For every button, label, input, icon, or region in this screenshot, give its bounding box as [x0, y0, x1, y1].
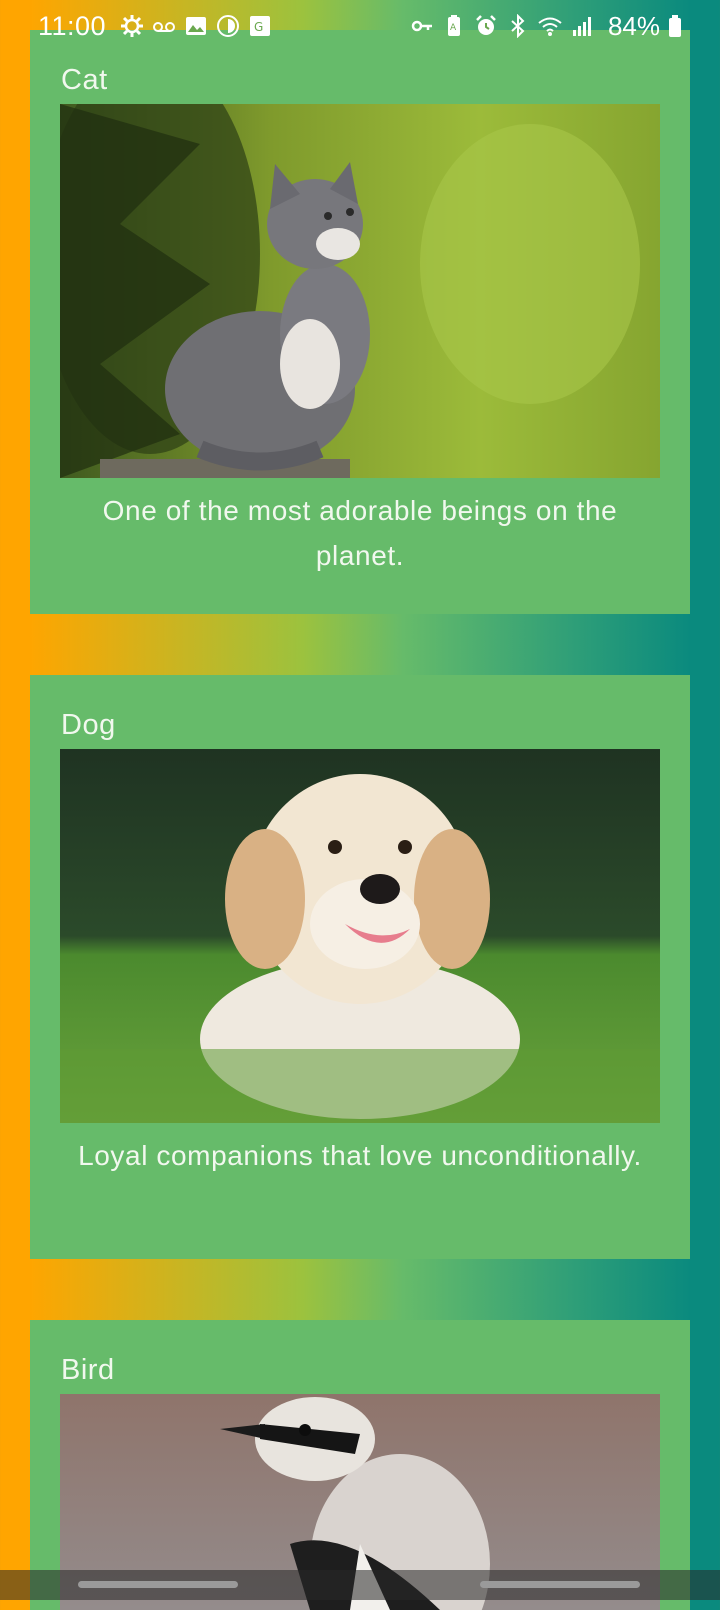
alarm-icon: [474, 14, 498, 38]
card-title: Bird: [61, 1354, 115, 1386]
status-left: 11:00 G: [38, 11, 272, 42]
status-time: 11:00: [38, 10, 107, 41]
animal-card-dog[interactable]: Dog Loyal companions that love unconditi…: [30, 675, 690, 1259]
cat-photo: [60, 104, 660, 478]
animal-card-cat[interactable]: Cat One of the most adorable beings on t…: [30, 30, 690, 614]
card-title: Cat: [61, 64, 108, 96]
translate-icon: G: [248, 14, 272, 38]
card-description: Loyal companions that love unconditional…: [78, 1140, 642, 1171]
battery-icon: [668, 14, 682, 38]
navigation-bar: [0, 1570, 720, 1600]
vpn-key-icon: [410, 14, 434, 38]
animal-card-bird[interactable]: Bird: [30, 1320, 690, 1610]
app-icon: [216, 14, 240, 38]
svg-text:G: G: [254, 20, 263, 34]
signal-icon: [570, 14, 594, 38]
dog-photo: [60, 749, 660, 1123]
card-description: One of the most adorable beings on the p…: [102, 495, 618, 571]
battery-saver-icon: A: [442, 14, 466, 38]
voicemail-icon: [152, 14, 176, 38]
status-right: A 84%: [410, 11, 682, 42]
battery-percentage: 84%: [607, 10, 660, 41]
gallery-icon: [184, 14, 208, 38]
nav-handle-left[interactable]: [78, 1581, 238, 1588]
bluetooth-icon: [506, 14, 530, 38]
status-bar: 11:00 G A 84%: [0, 0, 720, 52]
card-title: Dog: [61, 709, 116, 741]
wifi-icon: [538, 14, 562, 38]
nav-handle-right[interactable]: [480, 1581, 640, 1588]
svg-text:A: A: [450, 23, 457, 33]
settings-icon: [120, 14, 144, 38]
